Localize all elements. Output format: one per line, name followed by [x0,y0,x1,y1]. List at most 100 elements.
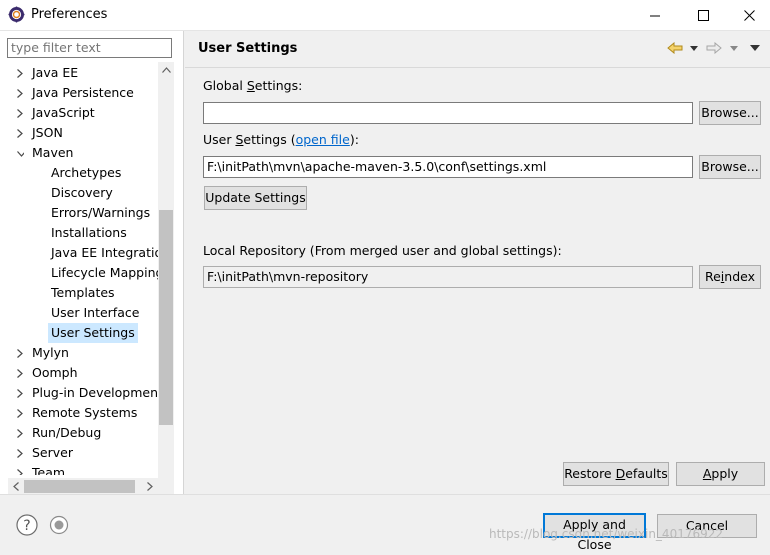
tree-item[interactable]: User Interface [8,303,158,323]
tree-item[interactable]: Errors/Warnings [8,203,158,223]
forward-button[interactable] [706,40,722,56]
tree-item[interactable]: Java Persistence [8,83,158,103]
maximize-button[interactable] [680,0,726,30]
tree-item[interactable]: JavaScript [8,103,158,123]
tree-item-label: Plug-in Development [32,385,158,400]
tree-collapsed-arrow-icon[interactable] [17,349,24,358]
tree-item[interactable]: Plug-in Development [8,383,158,403]
user-browse-button[interactable]: Browse... [699,155,761,179]
user-settings-label: User Settings (open file): [203,132,359,147]
global-browse-button[interactable]: Browse... [699,101,761,125]
tree-item-label: Lifecycle Mappings [51,265,158,280]
tree-expanded-arrow-icon[interactable] [17,151,24,160]
back-history-dropdown[interactable] [686,40,702,56]
tree-item-label: Java EE Integration [51,245,158,260]
dialog-button-bar: ? Apply and Close Cancel [0,494,770,554]
tree-item[interactable]: JSON [8,123,158,143]
maximize-icon [697,9,709,21]
tree-item[interactable]: Run/Debug [8,423,158,443]
global-settings-label: Global Settings: [203,78,303,93]
minimize-button[interactable] [632,0,678,30]
tree-item[interactable]: Discovery [8,183,158,203]
tree-item-label: Java Persistence [32,85,134,100]
vertical-scroll-thumb[interactable] [159,210,173,425]
view-menu-button[interactable] [747,40,763,56]
tree-collapsed-arrow-icon[interactable] [17,89,24,98]
reindex-button[interactable]: Reindex [699,265,761,289]
global-settings-field[interactable] [203,102,693,124]
tree-item[interactable]: User Settings [8,323,158,343]
tree-collapsed-arrow-icon[interactable] [17,449,24,458]
chevron-down-icon [690,45,698,51]
horizontal-scroll-thumb[interactable] [24,480,135,493]
tree-collapsed-arrow-icon[interactable] [17,409,24,418]
record-macro-icon[interactable] [49,515,69,535]
preference-page: User Settings Global Settings: Browse...… [185,31,770,494]
view-menu-icon [750,45,760,51]
update-settings-button[interactable]: Update Settings [204,186,307,210]
preference-tree: Java EE Java Persistence JavaScript JSON Mav… [8,63,158,475]
window-title: Preferences [31,7,108,22]
tree-collapsed-arrow-icon[interactable] [17,469,24,475]
scroll-up-arrow-icon[interactable] [159,63,173,77]
tree-collapsed-arrow-icon[interactable] [17,369,24,378]
tree-vertical-scrollbar[interactable] [158,62,174,509]
tree-collapsed-arrow-icon[interactable] [17,129,24,138]
filter-input[interactable] [8,39,174,56]
tree-item-label: Templates [51,285,115,300]
tree-item-label: Errors/Warnings [51,205,151,220]
tree-item[interactable]: Lifecycle Mappings [8,263,158,283]
page-title: User Settings [198,41,298,56]
close-icon [743,9,755,21]
open-file-link[interactable]: open file [296,132,350,147]
close-button[interactable] [726,0,770,30]
tree-collapsed-arrow-icon[interactable] [17,389,24,398]
tree-item[interactable]: Server [8,443,158,463]
tree-item-label: Server [32,445,73,460]
tree-item[interactable]: Archetypes [8,163,158,183]
tree-item[interactable]: Maven [8,143,158,163]
tree-item-label: Oomph [32,365,78,380]
tree-horizontal-scrollbar[interactable] [8,478,158,494]
tree-item-label: Remote Systems [32,405,138,420]
tree-item-label: Team [32,465,66,475]
back-arrow-icon [667,42,683,54]
tree-item[interactable]: Team [8,463,158,475]
tree-item-label: Discovery [51,185,113,200]
page-header: User Settings [185,31,770,68]
preference-tree-panel: Java EE Java Persistence JavaScript JSON Mav… [0,31,184,509]
tree-collapsed-arrow-icon[interactable] [17,69,24,78]
eclipse-app-icon [8,6,25,23]
back-button[interactable] [667,40,683,56]
tree-item[interactable]: Java EE [8,63,158,83]
filter-field[interactable] [7,38,174,58]
tree-item[interactable]: Templates [8,283,158,303]
local-repository-label: Local Repository (From merged user and g… [203,243,562,258]
title-bar: Preferences [0,0,770,31]
tree-item[interactable]: Oomph [8,363,158,383]
help-icon[interactable]: ? [16,514,38,536]
apply-button[interactable]: Apply [676,462,765,486]
tree-item[interactable]: Remote Systems [8,403,158,423]
tree-item-label: Installations [51,225,127,240]
forward-history-dropdown[interactable] [726,40,742,56]
svg-text:?: ? [23,518,30,534]
user-settings-field[interactable]: F:\initPath\mvn\apache-maven-3.5.0\conf\… [203,156,693,178]
tree-item-label: Mylyn [32,345,69,360]
watermark: https://blog.csdn.net/weixin_40176922 [489,527,724,541]
local-repository-field: F:\initPath\mvn-repository [203,266,693,288]
tree-item[interactable]: Mylyn [8,343,158,363]
tree-item-label: JavaScript [32,105,95,120]
restore-defaults-button[interactable]: Restore Defaults [563,462,669,486]
forward-arrow-icon [706,42,722,54]
tree-item[interactable]: Java EE Integration [8,243,158,263]
tree-collapsed-arrow-icon[interactable] [17,429,24,438]
tree-item-label: Maven [32,145,74,160]
tree-collapsed-arrow-icon[interactable] [17,109,24,118]
scroll-left-arrow-icon[interactable] [9,479,23,493]
scroll-right-arrow-icon[interactable] [143,479,157,493]
tree-item-label: Run/Debug [32,425,102,440]
tree-item[interactable]: Installations [8,223,158,243]
tree-item-label: Java EE [32,65,79,80]
minimize-icon [649,15,660,16]
